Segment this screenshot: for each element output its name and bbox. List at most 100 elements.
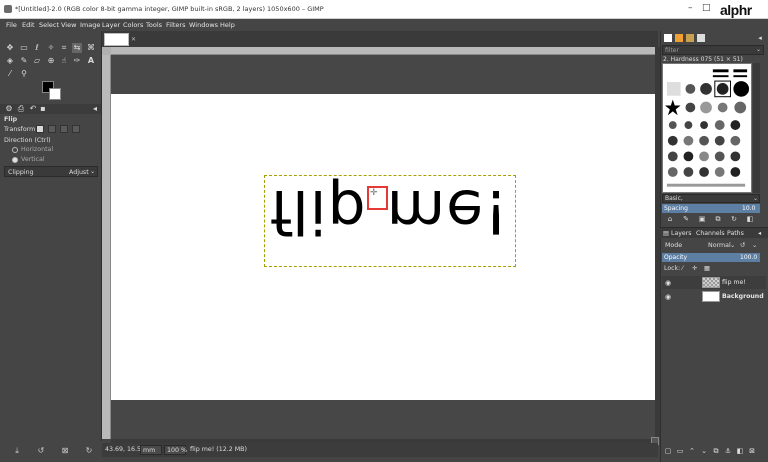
opacity-slider[interactable]: Opacity 100.0 (662, 253, 760, 262)
chevron-down-icon: ⌄ (756, 46, 762, 53)
menu-image[interactable]: Image (80, 21, 100, 29)
menu-layer[interactable]: Layer (102, 21, 120, 29)
vertical-label: Vertical (21, 156, 45, 163)
device-status-icon[interactable]: ⎙ (16, 104, 26, 114)
paintbrush-icon[interactable]: ✎ (19, 56, 29, 66)
menu-edit[interactable]: Edit (22, 21, 35, 29)
reset-options-icon[interactable]: ↻ (84, 446, 94, 456)
warp-tool-icon[interactable]: ⌘ (86, 43, 96, 53)
menu-help[interactable]: Help (220, 21, 235, 29)
transform-selection-button[interactable] (48, 125, 56, 133)
menu-colors[interactable]: Colors (123, 21, 143, 29)
brush-preset-select[interactable]: Basic, ⌄ (662, 194, 760, 203)
tab-menu-icon[interactable]: ◂ (90, 104, 100, 114)
menu-file[interactable]: File (6, 21, 17, 29)
undo-history-icon[interactable]: ↶ (28, 104, 38, 114)
tab-layers[interactable]: ▤ (663, 230, 669, 237)
fuzzy-select-icon[interactable]: ✧ (46, 43, 56, 53)
paths-tool-icon[interactable]: ✑ (72, 56, 82, 66)
anchor-layer-icon[interactable]: ⚓ (724, 447, 732, 455)
save-options-icon[interactable]: ⤓ (12, 446, 22, 456)
brush-grid[interactable] (662, 63, 752, 193)
minimize-button[interactable]: – (688, 3, 693, 13)
zoom-value: 100 % (167, 447, 188, 454)
refresh-icon[interactable]: ↻ (730, 215, 738, 223)
ruler-corner[interactable] (102, 47, 111, 55)
tab-paths[interactable]: Paths (727, 230, 744, 237)
image-tab-thumbnail[interactable] (104, 33, 129, 46)
unit-select[interactable]: mm (140, 445, 162, 455)
mask-icon[interactable]: ◧ (736, 447, 744, 455)
layer-row[interactable]: ◉ flip me! (662, 276, 766, 289)
clipping-select[interactable]: Clipping Adjust ⌄ (4, 166, 98, 177)
spacing-slider[interactable]: Spacing 10.0 (662, 204, 760, 213)
close-icon[interactable]: ✕ (131, 36, 136, 43)
brushes-tab-icon[interactable] (664, 34, 672, 42)
lower-layer-icon[interactable]: ⌄ (700, 447, 708, 455)
tag-icon[interactable]: ⌂ (666, 215, 674, 223)
delete-options-icon[interactable]: ⊠ (60, 446, 70, 456)
brush-filter-placeholder: filter (665, 47, 679, 54)
horizontal-radio[interactable] (12, 147, 18, 153)
dock-menu-icon[interactable]: ◂ (756, 34, 764, 42)
transform-layer-button[interactable] (36, 125, 44, 133)
eraser-icon[interactable]: ▱ (32, 56, 42, 66)
tool-options-icon[interactable]: ⚙ (4, 104, 14, 114)
maximize-button[interactable]: □ (702, 3, 711, 13)
restore-options-icon[interactable]: ↺ (36, 446, 46, 456)
lock-position-icon[interactable]: ✛ (692, 265, 697, 272)
text-tool-icon[interactable]: A (86, 56, 96, 66)
tab-menu-icon[interactable]: ◂ (758, 230, 761, 237)
fonts-tab-icon[interactable] (686, 34, 694, 42)
rect-select-icon[interactable]: ▭ (19, 43, 29, 53)
flip-tool-icon[interactable]: ⇆ (72, 43, 82, 53)
new-group-icon[interactable]: ▭ (676, 447, 684, 455)
tab-channels[interactable]: Channels (696, 230, 725, 237)
background-color[interactable] (49, 88, 61, 100)
duplicate-brush-icon[interactable]: ⧉ (714, 215, 722, 223)
zoom-tool-icon[interactable]: ⚲ (19, 69, 29, 79)
mode-select[interactable]: Normal (708, 242, 731, 249)
chevron-down-icon: ⌄ (752, 242, 758, 249)
vertical-radio[interactable] (12, 157, 18, 163)
menu-windows[interactable]: Windows (189, 21, 218, 29)
crop-tool-icon[interactable]: ⌗ (59, 43, 69, 53)
vertical-ruler[interactable] (102, 55, 111, 439)
lock-alpha-icon[interactable]: ▦ (704, 265, 710, 272)
move-tool-icon[interactable]: ✥ (5, 43, 15, 53)
transform-image-button[interactable] (72, 125, 80, 133)
new-brush-icon[interactable]: ▣ (698, 215, 706, 223)
brush-grid-scrollbar[interactable] (753, 63, 760, 193)
mode-reset-icon[interactable]: ↺ (740, 242, 745, 249)
delete-layer-icon[interactable]: ⊠ (748, 447, 756, 455)
clone-tool-icon[interactable]: ⊕ (46, 56, 56, 66)
chevron-down-icon: ⌄ (90, 168, 96, 175)
menu-select[interactable]: Select (39, 21, 59, 29)
eye-icon[interactable]: ◉ (665, 293, 671, 301)
zoom-select[interactable]: 100 % (164, 445, 188, 455)
bucket-fill-icon[interactable]: ◈ (5, 56, 15, 66)
open-as-image-icon[interactable]: ◧ (746, 215, 754, 223)
flipped-text-layer[interactable]: flip me! (270, 176, 509, 246)
color-picker-icon[interactable]: ⁄ (5, 69, 15, 79)
edit-brush-icon[interactable]: ✎ (682, 215, 690, 223)
direction-label: Direction (Ctrl) (4, 137, 51, 144)
menu-tools[interactable]: Tools (146, 21, 162, 29)
horizontal-ruler[interactable] (111, 47, 655, 55)
layer-row[interactable]: ◉ Background (662, 290, 766, 303)
raise-layer-icon[interactable]: ⌃ (688, 447, 696, 455)
eye-icon[interactable]: ◉ (665, 279, 671, 287)
menu-view[interactable]: View (61, 21, 76, 29)
images-icon[interactable]: ▪ (38, 104, 48, 114)
brush-filter-input[interactable]: filter ⌄ (662, 45, 764, 55)
lasso-icon[interactable]: ℓ (32, 43, 42, 53)
menu-filters[interactable]: Filters (166, 21, 185, 29)
new-layer-icon[interactable]: ▢ (664, 447, 672, 455)
gradients-tab-icon[interactable] (697, 34, 705, 42)
smudge-icon[interactable]: ☝ (59, 56, 69, 66)
tab-layers-label[interactable]: Layers (671, 230, 691, 237)
patterns-tab-icon[interactable] (675, 34, 683, 42)
lock-pixels-icon[interactable]: ⁄ (682, 265, 683, 272)
duplicate-layer-icon[interactable]: ⧉ (712, 447, 720, 455)
transform-path-button[interactable] (60, 125, 68, 133)
